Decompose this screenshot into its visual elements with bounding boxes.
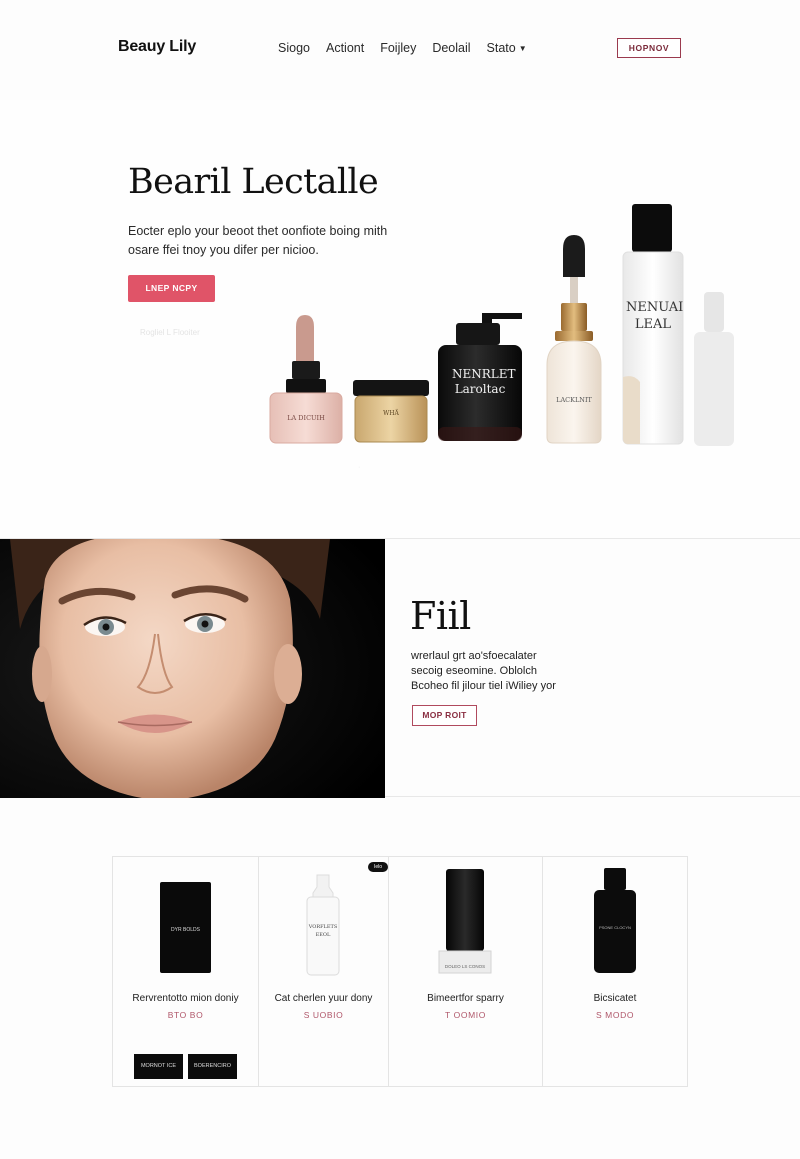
hero-title: Bearil Lectalle [128, 162, 379, 202]
dropper-bottle-illustration [269, 315, 343, 444]
product-card-4[interactable]: PSONE CLOCYN Bicsicatet S MODO [543, 857, 687, 1086]
mini-button-2[interactable]: BOERENCIRO [188, 1054, 237, 1079]
feature-section: Fiil wrerlaul grt ao'sfoecalater secoig … [0, 538, 800, 798]
tall-bottle-label: NENUAI LEAL [626, 300, 684, 332]
product-card-4-price: S MODO [595, 1010, 635, 1020]
product-grid: DYR BOLDS Rervrentotto mion doniy BTO BO… [112, 856, 688, 1087]
product-black-jar[interactable]: NENRLET Laroltac [434, 309, 526, 445]
product-card-1[interactable]: DYR BOLDS Rervrentotto mion doniy BTO BO… [113, 857, 259, 1086]
feature-text-line-1: wrerlaul grt ao'sfoecalater [411, 650, 537, 662]
black-jar-label: NENRLET Laroltac [452, 367, 516, 396]
product-card-1-label: DYR BOLDS [171, 927, 200, 933]
chevron-down-icon: ▼ [518, 44, 527, 53]
product-card-1-name: Rervrentotto mion doniy [132, 993, 239, 1004]
nav-item-4[interactable]: Deolail [432, 41, 470, 55]
hero-description: Eocter eplo your beoot thet oonfiote boi… [128, 224, 388, 257]
product-card-3-price: T OOMIO [445, 1010, 486, 1020]
product-tall-bottle[interactable]: NENUAI LEAL [620, 202, 686, 446]
feature-text: wrerlaul grt ao'sfoecalater secoig eseom… [411, 649, 581, 694]
face-illustration [0, 539, 385, 798]
nav-item-2[interactable]: Actiont [326, 41, 364, 55]
product-card-1-price: BTO BO [167, 1010, 204, 1020]
product-card-2-image [306, 874, 340, 976]
product-card-4-label: PSONE CLOCYN [599, 925, 631, 930]
product-card-2-label: VORFLETS EEOL [308, 924, 338, 938]
hero-faint-caption-2: · [358, 464, 361, 471]
dropper-bottle-label: LA DICUIH [287, 414, 325, 422]
product-card-4-image [594, 868, 636, 973]
site-header: Beauy Lily Siogo Actiont Foijley Deolail… [0, 0, 800, 100]
new-badge: Ielo [368, 862, 388, 872]
small-jar-label: WHÄ [383, 410, 399, 417]
feature-title: Fiil [410, 594, 471, 638]
product-small-jar[interactable]: WHÄ [351, 378, 431, 444]
model-face-image [0, 539, 385, 798]
feature-shop-button[interactable]: MOP ROIT [412, 705, 477, 726]
header-cta-button[interactable]: HOPNOV [617, 38, 681, 58]
shadow-bottle-illustration [694, 292, 734, 446]
product-card-3-name: Bimeertfor sparry [427, 993, 504, 1004]
hero-faint-caption: Rogliel L Flooiter [140, 328, 200, 337]
product-card-3-label: DOLEO LS CONOS [444, 964, 486, 969]
product-shadow-bottle [690, 290, 738, 448]
nav-item-1[interactable]: Siogo [278, 41, 310, 55]
product-card-2[interactable]: VORFLETS EEOL Ielo Cat cherlen yuur dony… [259, 857, 389, 1086]
product-card-1-image [160, 882, 211, 973]
product-card-3[interactable]: DOLEO LS CONOS Bimeertfor sparry T OOMIO [389, 857, 543, 1086]
serum-dropper-label: LACKLNIT [556, 396, 592, 404]
mini-button-1[interactable]: MORNOT ICE [134, 1054, 183, 1079]
nav-item-5-dropdown[interactable]: Stato ▼ [487, 41, 527, 55]
product-card-2-name: Cat cherlen yuur dony [274, 993, 373, 1004]
product-serum-dropper[interactable]: LACKLNIT [543, 233, 605, 445]
nav-item-3[interactable]: Foijley [380, 41, 416, 55]
main-nav: Siogo Actiont Foijley Deolail Stato ▼ [278, 41, 527, 55]
product-dropper-bottle[interactable]: LA DICUIH [268, 313, 344, 445]
feature-text-line-3: Bcoheo fil jilour tiel iWiliey yor [411, 680, 556, 692]
product-card-2-price: S UOBIO [303, 1010, 344, 1020]
brand-logo[interactable]: Beauy Lily [118, 38, 196, 56]
hero-shop-button[interactable]: LNEP NCPY [128, 275, 215, 302]
feature-text-line-2: secoig eseomine. Oblolch [411, 665, 537, 677]
product-card-4-name: Bicsicatet [593, 993, 637, 1004]
serum-dropper-illustration [546, 235, 602, 444]
nav-item-5-label: Stato [486, 41, 516, 55]
hero-section: Bearil Lectalle Eocter eplo your beoot t… [0, 100, 800, 538]
